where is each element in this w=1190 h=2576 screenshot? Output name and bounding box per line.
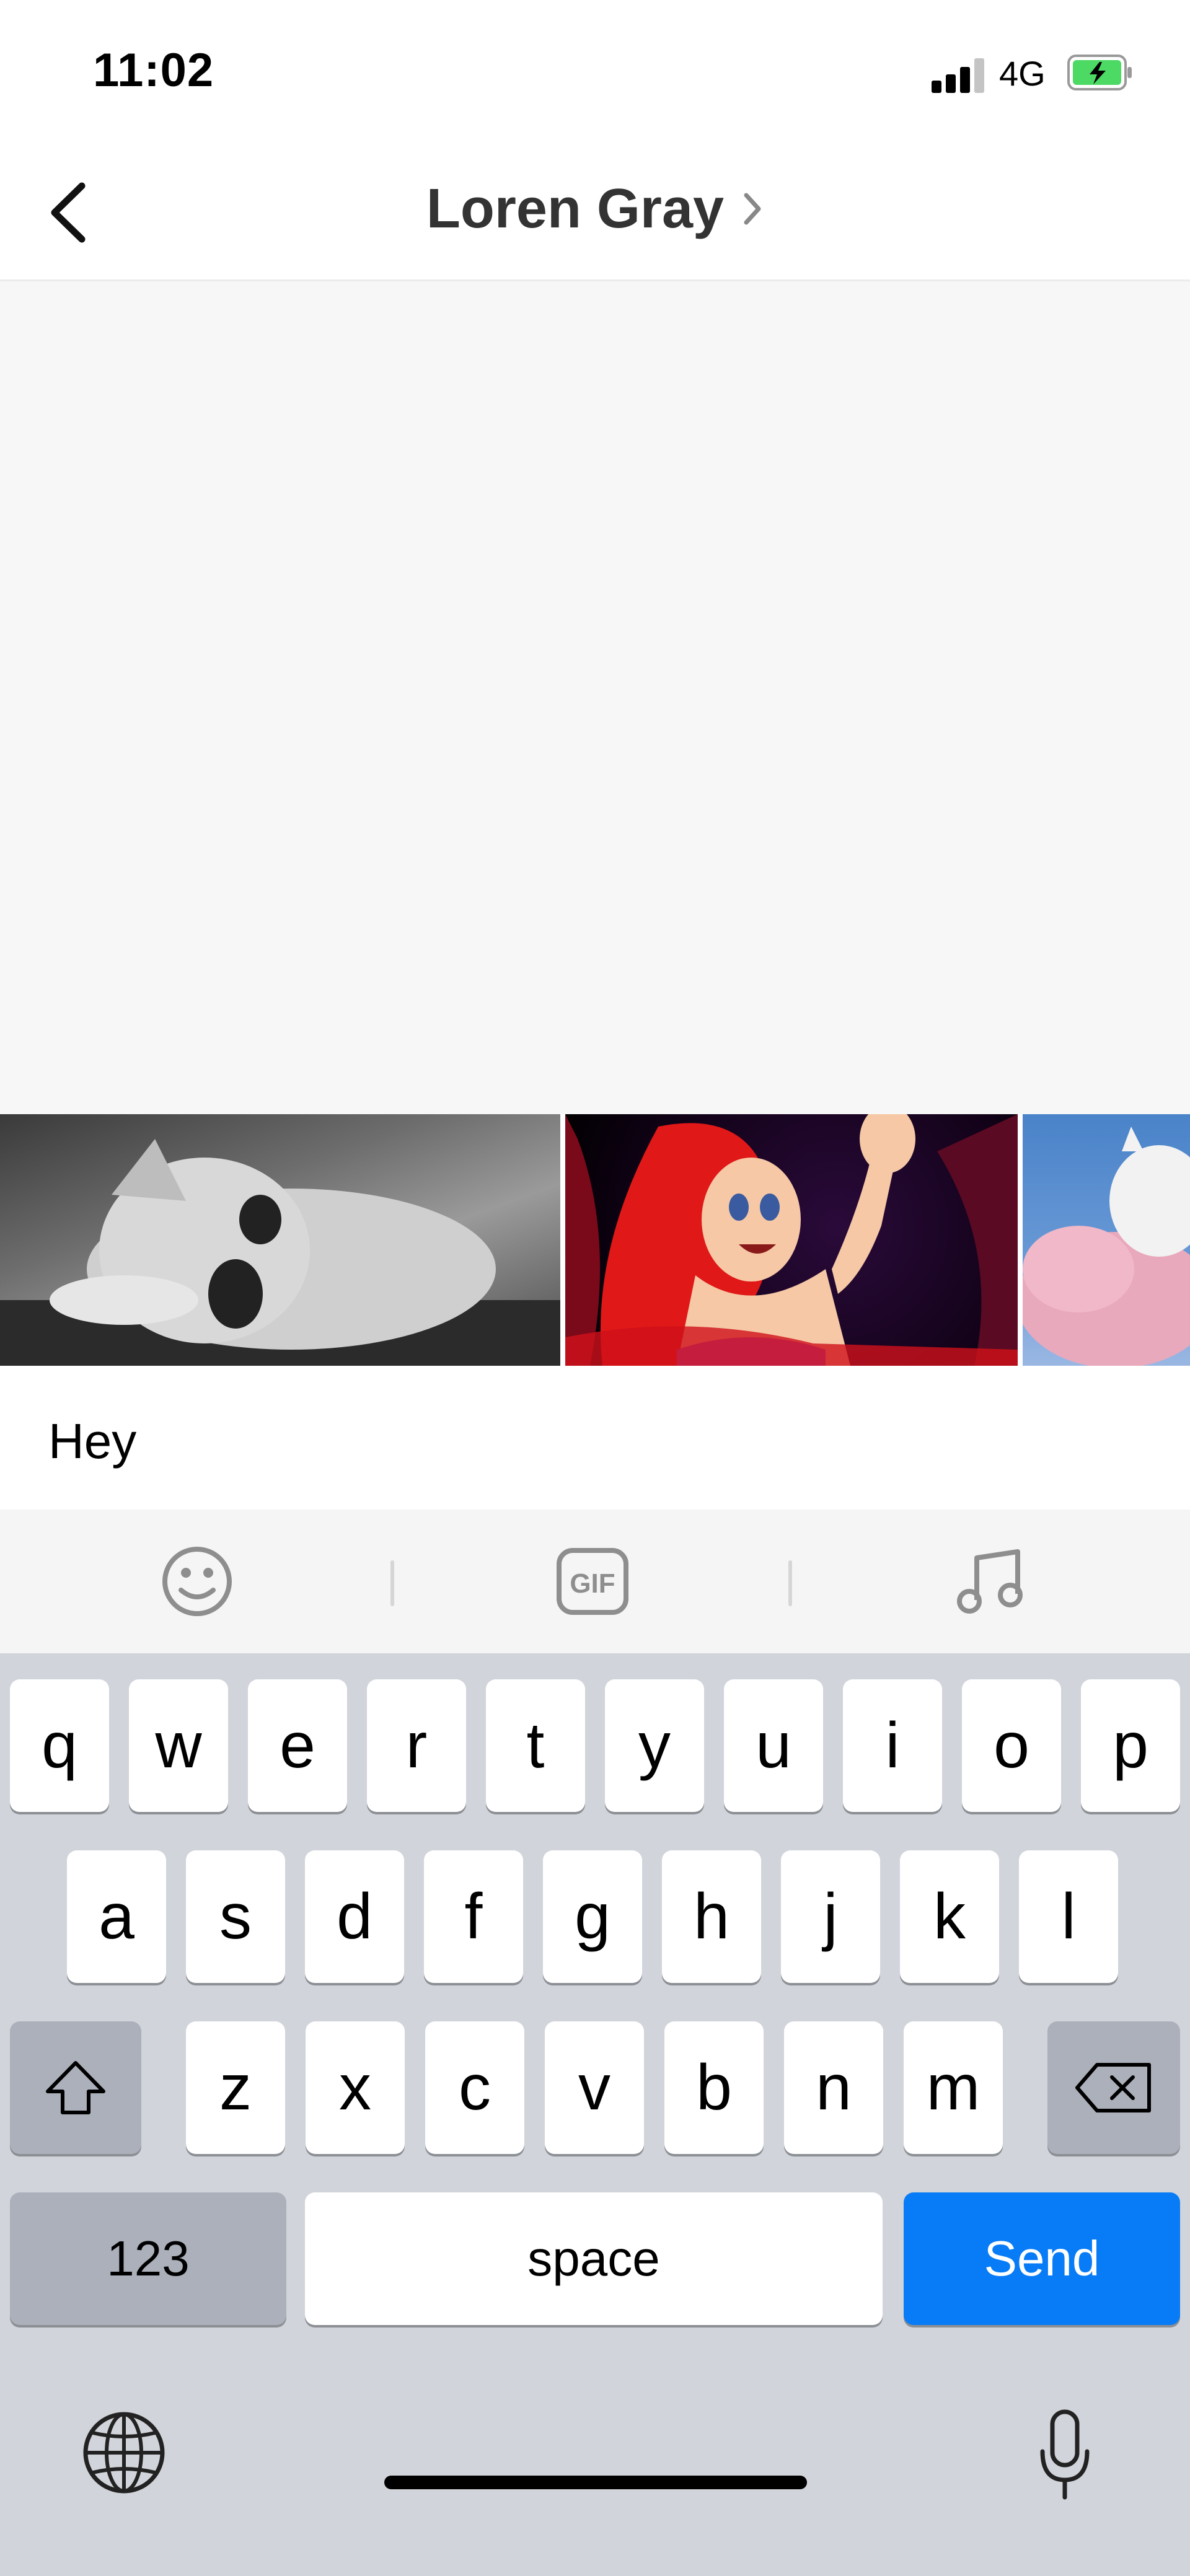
toolbar-divider — [788, 1560, 792, 1606]
attachment-toolbar: GIF — [0, 1510, 1190, 1653]
send-button[interactable]: Send — [904, 2192, 1180, 2325]
key-p[interactable]: p — [1081, 1679, 1180, 1812]
emoji-icon[interactable] — [160, 1544, 234, 1619]
contact-name[interactable]: Loren Gray — [426, 177, 724, 241]
delete-icon — [1075, 2063, 1151, 2112]
globe-icon[interactable] — [81, 2409, 167, 2496]
microphone-icon[interactable] — [1034, 2408, 1096, 2501]
key-a[interactable]: a — [67, 1850, 166, 1983]
key-r[interactable]: r — [367, 1679, 466, 1812]
key-h[interactable]: h — [662, 1850, 761, 1983]
message-input[interactable]: Hey — [48, 1413, 136, 1470]
chat-area — [0, 281, 1190, 1114]
gif-label: GIF — [570, 1568, 615, 1599]
gif-moomin[interactable] — [1023, 1114, 1190, 1366]
key-s[interactable]: s — [186, 1850, 285, 1983]
key-e[interactable]: e — [248, 1679, 347, 1812]
space-key[interactable]: space — [305, 2192, 883, 2325]
music-icon[interactable] — [954, 1544, 1029, 1619]
key-m[interactable]: m — [904, 2021, 1003, 2154]
key-j[interactable]: j — [781, 1850, 880, 1983]
key-f[interactable]: f — [424, 1850, 523, 1983]
key-b[interactable]: b — [664, 2021, 764, 2154]
home-indicator — [384, 2476, 807, 2489]
network-type: 4G — [999, 54, 1046, 93]
numbers-key[interactable]: 123 — [10, 2192, 286, 2325]
key-z[interactable]: z — [186, 2021, 285, 2154]
gif-ariel[interactable] — [565, 1114, 1018, 1366]
key-n[interactable]: n — [784, 2021, 883, 2154]
battery-icon — [1067, 55, 1132, 90]
key-x[interactable]: x — [306, 2021, 405, 2154]
key-k[interactable]: k — [900, 1850, 999, 1983]
key-w[interactable]: w — [129, 1679, 228, 1812]
key-o[interactable]: o — [962, 1679, 1061, 1812]
key-d[interactable]: d — [305, 1850, 404, 1983]
signal-icon — [932, 58, 985, 93]
key-c[interactable]: c — [425, 2021, 524, 2154]
toolbar-divider — [390, 1560, 394, 1606]
key-i[interactable]: i — [843, 1679, 942, 1812]
key-t[interactable]: t — [486, 1679, 585, 1812]
chevron-right-icon — [744, 193, 761, 225]
shift-icon — [46, 2061, 105, 2114]
message-input-bar[interactable]: Hey — [0, 1366, 1190, 1510]
key-y[interactable]: y — [605, 1679, 704, 1812]
delete-key[interactable] — [1047, 2021, 1180, 2154]
nav-bar: Loren Gray — [0, 136, 1190, 281]
status-time: 11:02 — [93, 44, 214, 97]
gif-strip[interactable] — [0, 1114, 1190, 1366]
gif-cat[interactable] — [0, 1114, 560, 1366]
key-u[interactable]: u — [724, 1679, 823, 1812]
shift-key[interactable] — [10, 2021, 141, 2154]
key-g[interactable]: g — [543, 1850, 642, 1983]
key-q[interactable]: q — [10, 1679, 109, 1812]
gif-icon[interactable]: GIF — [555, 1544, 630, 1619]
key-v[interactable]: v — [545, 2021, 644, 2154]
nav-title-group[interactable]: Loren Gray — [0, 136, 1190, 281]
key-l[interactable]: l — [1019, 1850, 1118, 1983]
status-bar: 11:02 4G — [0, 0, 1190, 136]
